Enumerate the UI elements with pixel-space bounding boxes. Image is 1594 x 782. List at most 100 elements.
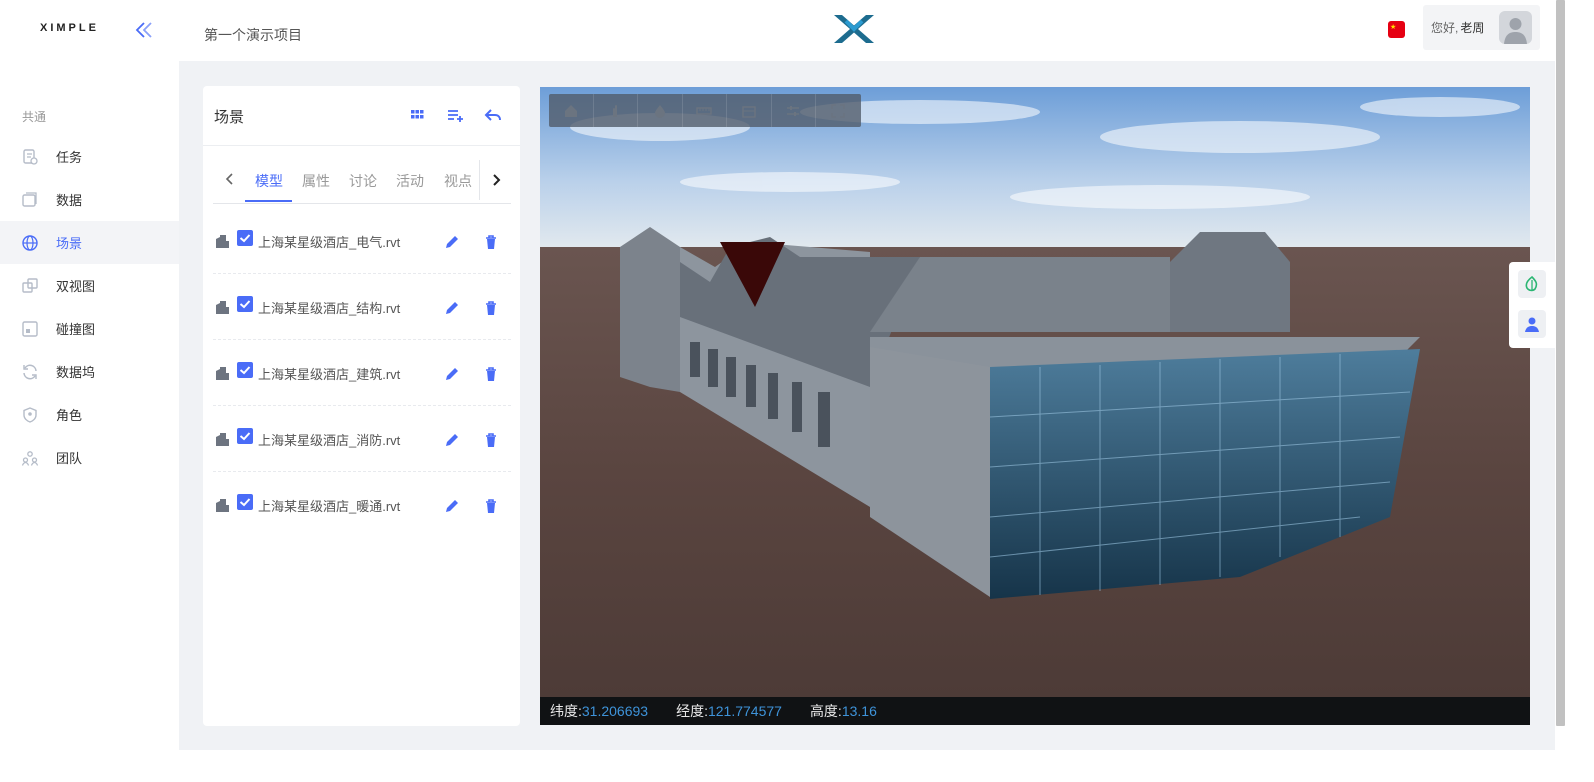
page-scrollbar-thumb[interactable] [1556,0,1565,726]
active-tab-indicator [245,200,292,202]
edit-icon[interactable] [444,300,460,316]
tab-discussion[interactable]: 讨论 [349,171,377,191]
building-icon [215,234,230,249]
panel-toolbar [408,106,502,124]
dual-view-icon [21,277,39,295]
sidebar-item-label: 数据坞 [56,365,96,380]
building-icon [215,300,230,315]
sidebar-item-label: 数据 [56,193,83,208]
sidebar-item-roles[interactable]: 角色 [0,393,179,436]
sidebar-item-team[interactable]: 团队 [0,436,179,479]
sidebar: XIMPLE 共通 任务 数据 场景 双视图 碰撞图 数据坞 角色 团队 [0,0,179,782]
grid-view-icon[interactable] [408,106,426,124]
coordinate-bar: 纬度:31.206693 经度:121.774577 高度:13.16 [540,697,1530,725]
sidebar-item-label: 团队 [56,451,83,466]
user-icon[interactable] [1518,310,1546,338]
panel-divider [203,145,520,146]
measure-icon[interactable] [683,94,727,127]
tabs-next-icon[interactable] [479,160,511,200]
style-icon[interactable] [638,94,683,127]
model-checkbox[interactable] [237,428,253,444]
longitude-readout: 经度:121.774577 [676,701,782,721]
leaf-icon[interactable] [1518,270,1546,298]
brand-logo: XIMPLE [40,22,99,34]
list-item[interactable]: 上海某星级酒店_电气.rvt [213,208,511,274]
longitude-label: 经度: [676,703,708,719]
edit-icon[interactable] [444,366,460,382]
fullscreen-icon[interactable] [816,94,861,127]
panel-tabs: 模型 属性 讨论 活动 视点 [213,160,511,204]
avatar[interactable] [1499,11,1532,44]
latitude-readout: 纬度:31.206693 [550,701,648,721]
list-item[interactable]: 上海某星级酒店_建筑.rvt [213,340,511,406]
task-icon [21,148,39,166]
sidebar-item-collision[interactable]: 碰撞图 [0,307,179,350]
delete-icon[interactable] [483,234,499,250]
3d-viewer[interactable]: 纬度:31.206693 经度:121.774577 高度:13.16 [540,87,1530,725]
latitude-value: 31.206693 [581,703,649,719]
home-icon[interactable] [549,94,594,127]
list-item[interactable]: 上海某星级酒店_结构.rvt [213,274,511,340]
pan-icon[interactable] [594,94,638,127]
building-icon [215,366,230,381]
sidebar-item-label: 碰撞图 [56,322,96,337]
add-list-icon[interactable] [446,106,464,124]
delete-icon[interactable] [483,366,499,382]
sidebar-item-label: 双视图 [56,279,96,294]
sidebar-item-dual-view[interactable]: 双视图 [0,264,179,307]
section-box-icon[interactable] [727,94,772,127]
tab-properties[interactable]: 属性 [302,171,330,191]
scene-panel: 场景 模型 属性 讨论 活动 视点 上海某星级酒店_电气.rvt 上海某星级酒店… [203,86,520,726]
model-list: 上海某星级酒店_电气.rvt 上海某星级酒店_结构.rvt 上海某星级酒店_建筑… [213,208,511,538]
longitude-value: 121.774577 [707,703,782,719]
collapse-sidebar-icon[interactable] [132,18,156,42]
app-root: XIMPLE 共通 任务 数据 场景 双视图 碰撞图 数据坞 角色 团队 第一个… [0,0,1594,782]
delete-icon[interactable] [483,300,499,316]
model-name: 上海某星级酒店_消防.rvt [258,433,401,448]
list-item[interactable]: 上海某星级酒店_消防.rvt [213,406,511,472]
building-scene [540,87,1530,697]
delete-icon[interactable] [483,432,499,448]
edit-icon[interactable] [444,234,460,250]
tab-viewpoint[interactable]: 视点 [444,171,472,191]
edit-icon[interactable] [444,498,460,514]
model-checkbox[interactable] [237,494,253,510]
altitude-readout: 高度:13.16 [810,701,877,721]
floating-toolbar [1509,262,1555,348]
sidebar-item-label: 场景 [56,236,83,251]
back-icon[interactable] [484,106,502,124]
list-item[interactable]: 上海某星级酒店_暖通.rvt [213,472,511,538]
altitude-value: 13.16 [841,703,877,719]
tabs-prev-icon[interactable] [221,170,239,188]
model-name: 上海某星级酒店_电气.rvt [258,235,401,250]
top-header: 第一个演示项目 ★ 您好, 老周 [179,0,1555,61]
language-flag-icon[interactable]: ★ [1388,21,1405,38]
team-icon [21,449,39,467]
model-checkbox[interactable] [237,362,253,378]
latitude-label: 纬度: [550,703,582,719]
sidebar-item-scene[interactable]: 场景 [0,221,179,264]
sidebar-item-label: 角色 [56,408,83,423]
sidebar-item-data[interactable]: 数据 [0,178,179,221]
sidebar-item-tasks[interactable]: 任务 [0,135,179,178]
edit-icon[interactable] [444,432,460,448]
model-name: 上海某星级酒店_暖通.rvt [258,499,401,514]
sidebar-item-data-dock[interactable]: 数据坞 [0,350,179,393]
nav-section-label: 共通 [22,110,47,124]
panel-title: 场景 [214,109,245,126]
globe-icon [21,234,39,252]
tab-activity[interactable]: 活动 [396,171,424,191]
tab-model[interactable]: 模型 [255,171,283,191]
delete-icon[interactable] [483,498,499,514]
model-checkbox[interactable] [237,296,253,312]
sidebar-nav: 任务 数据 场景 双视图 碰撞图 数据坞 角色 团队 [0,135,179,479]
model-name: 上海某星级酒店_结构.rvt [258,301,401,316]
viewer-toolbar [549,94,861,127]
user-menu[interactable]: 您好, 老周 [1423,5,1540,50]
data-icon [21,191,39,209]
refresh-icon [21,363,39,381]
altitude-label: 高度: [809,703,842,719]
settings-sliders-icon[interactable] [772,94,816,127]
shield-icon [21,406,39,424]
model-checkbox[interactable] [237,230,253,246]
